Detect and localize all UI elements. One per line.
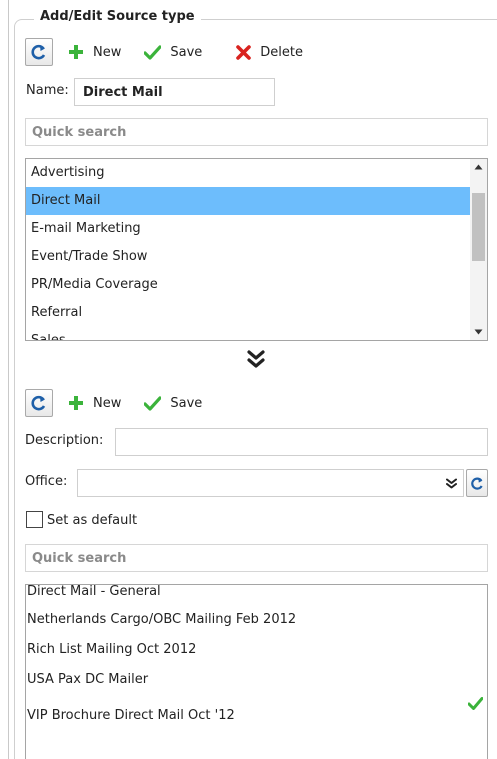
office-refresh-button[interactable] (466, 469, 488, 497)
detail-toolbar: New Save (25, 389, 202, 417)
group-legend: Add/Edit Source type (34, 9, 201, 24)
plus-icon (69, 396, 83, 410)
left-panel-divider (8, 0, 9, 759)
name-label: Name: (26, 83, 69, 98)
refresh-button[interactable] (25, 38, 53, 66)
set-default-checkbox[interactable] (26, 511, 43, 528)
office-label: Office: (25, 474, 68, 489)
save-label: Save (170, 395, 203, 411)
list-item[interactable]: Netherlands Cargo/OBC Mailing Feb 2012 (26, 605, 487, 635)
source-type-search-input[interactable]: Quick search (25, 118, 488, 146)
checkmark-icon (144, 44, 162, 60)
list-item[interactable]: E-mail Marketing (26, 215, 487, 243)
refresh-icon (31, 44, 46, 60)
scroll-down-arrow-icon[interactable] (470, 324, 487, 340)
new-label: New (93, 395, 122, 411)
default-checkmark-icon (468, 697, 483, 710)
list-item[interactable]: Referral (26, 299, 487, 327)
detail-list: Direct Mail - General Netherlands Cargo/… (25, 584, 488, 759)
scroll-up-arrow-icon[interactable] (470, 159, 487, 175)
delete-label: Delete (260, 44, 303, 60)
save-label: Save (170, 44, 203, 60)
delete-button[interactable]: Delete (236, 45, 303, 60)
name-field[interactable]: Direct Mail (74, 78, 275, 106)
list-item[interactable]: Rich List Mailing Oct 2012 (26, 635, 487, 665)
checkmark-icon (144, 395, 162, 411)
list-item[interactable]: Direct Mail - General (26, 585, 487, 599)
source-type-list: Advertising Direct Mail E-mail Marketing… (25, 158, 488, 341)
new-label: New (93, 44, 122, 60)
list-item[interactable]: Sales (26, 327, 487, 340)
detail-save-button[interactable]: Save (144, 396, 202, 411)
refresh-icon (470, 477, 483, 490)
list-item-selected[interactable]: Direct Mail (26, 187, 487, 215)
office-select[interactable] (77, 469, 464, 497)
list-item-default[interactable]: VIP Brochure Direct Mail Oct '12 (26, 701, 487, 731)
scrollbar-thumb[interactable] (472, 193, 485, 261)
list-item[interactable]: Event/Trade Show (26, 243, 487, 271)
detail-search-input[interactable]: Quick search (25, 544, 488, 572)
detail-new-button[interactable]: New (68, 395, 121, 411)
plus-icon (69, 45, 83, 59)
save-button[interactable]: Save (144, 45, 202, 60)
description-field[interactable] (115, 428, 488, 456)
delete-x-icon (236, 44, 252, 60)
detail-refresh-button[interactable] (25, 389, 53, 417)
refresh-icon (31, 395, 46, 411)
new-button[interactable]: New (68, 44, 121, 60)
list-scrollbar[interactable] (470, 159, 487, 340)
double-chevron-down-icon[interactable] (247, 350, 265, 370)
list-item[interactable]: Advertising (26, 159, 487, 187)
list-item[interactable]: PR/Media Coverage (26, 271, 487, 299)
description-label: Description: (25, 433, 104, 448)
source-type-toolbar: New Save Delete (25, 38, 303, 66)
double-chevron-down-icon[interactable] (446, 478, 457, 489)
set-default-label: Set as default (47, 513, 138, 528)
list-item[interactable]: USA Pax DC Mailer (26, 665, 487, 695)
